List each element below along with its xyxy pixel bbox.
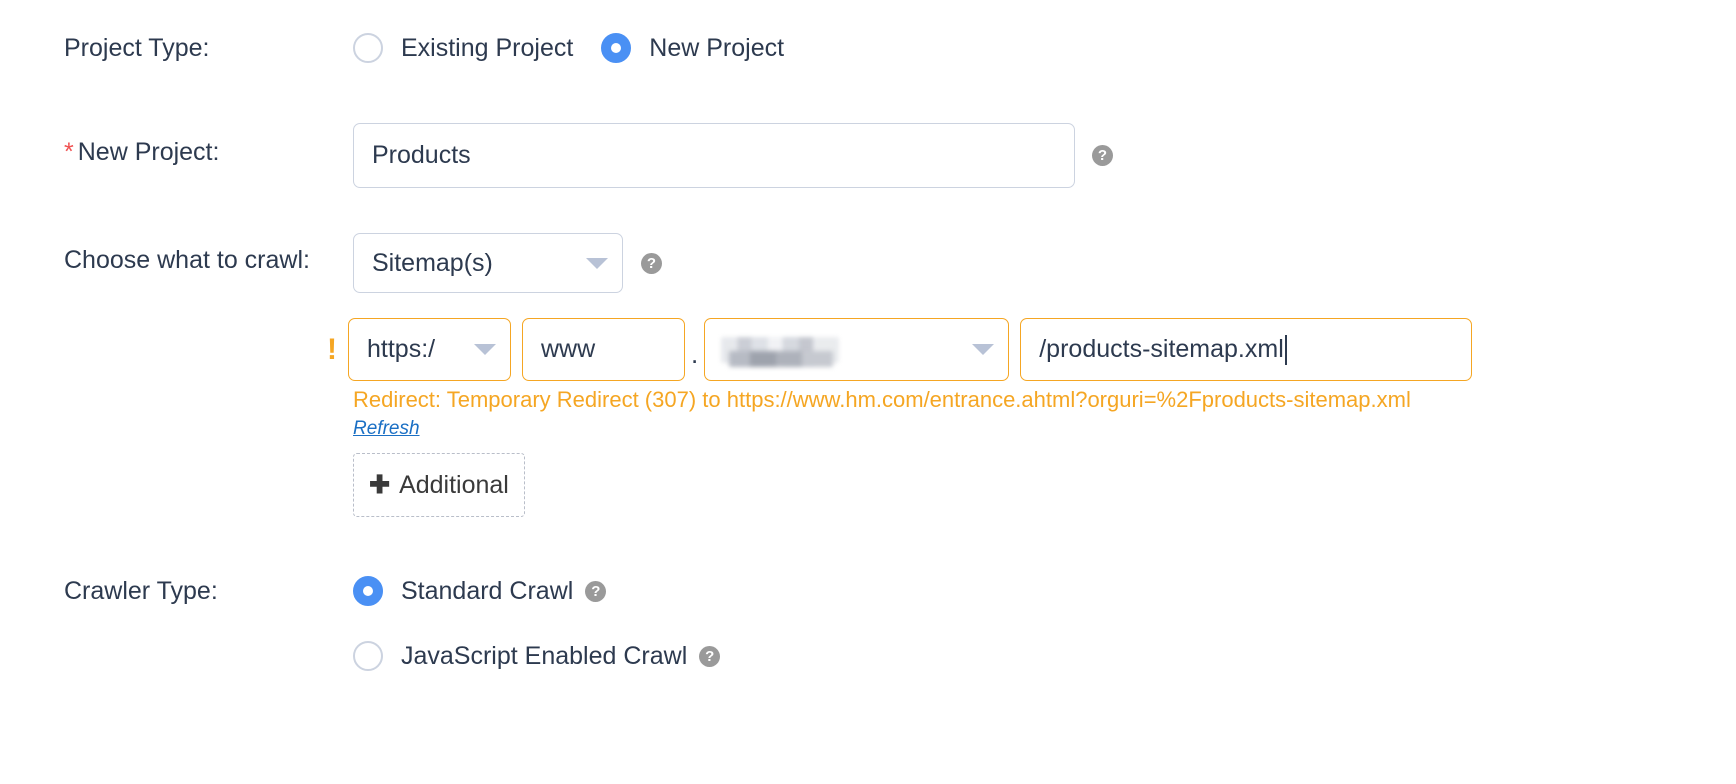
domain-select-value-redacted bbox=[721, 333, 840, 367]
radio-javascript-crawl-label[interactable]: JavaScript Enabled Crawl bbox=[401, 643, 687, 669]
crawl-settings-form: Project Type: Existing Project New Proje… bbox=[0, 0, 1736, 784]
radio-existing-project[interactable] bbox=[353, 33, 383, 63]
new-project-input-value: Products bbox=[372, 141, 471, 169]
protocol-select[interactable]: https:/ bbox=[348, 318, 511, 381]
choose-crawl-select[interactable]: Sitemap(s) bbox=[353, 233, 623, 293]
radio-standard-crawl-label[interactable]: Standard Crawl bbox=[401, 578, 573, 604]
new-project-label: New Project: bbox=[77, 138, 220, 166]
protocol-select-value: https:/ bbox=[367, 335, 436, 363]
new-project-help-icon[interactable]: ? bbox=[1092, 145, 1113, 166]
text-cursor bbox=[1284, 334, 1287, 365]
radio-new-project[interactable] bbox=[601, 33, 632, 63]
choose-crawl-label-row: Choose what to crawl: bbox=[64, 248, 310, 273]
chevron-down-icon bbox=[586, 257, 608, 269]
crawler-type-option-javascript: JavaScript Enabled Crawl ? bbox=[353, 641, 721, 671]
radio-existing-project-label[interactable]: Existing Project bbox=[401, 35, 573, 61]
choose-crawl-label: Choose what to crawl: bbox=[64, 246, 310, 274]
plus-icon: ✚ bbox=[369, 470, 391, 499]
sitemap-path-input-value: /products-sitemap.xml bbox=[1039, 335, 1284, 363]
radio-new-project-label[interactable]: New Project bbox=[649, 35, 784, 61]
project-type-row: Project Type: bbox=[64, 36, 209, 61]
choose-crawl-help-icon[interactable]: ? bbox=[641, 252, 662, 274]
javascript-crawl-help-icon[interactable]: ? bbox=[699, 645, 721, 667]
sitemap-url-row: ! https:/ www . /products-sitemap.xml bbox=[327, 318, 1473, 381]
add-additional-label: Additional bbox=[399, 470, 509, 499]
domain-select[interactable] bbox=[704, 318, 1010, 381]
chevron-down-icon bbox=[972, 344, 995, 355]
new-project-field-row: Products ? bbox=[353, 123, 1113, 188]
chevron-down-icon bbox=[474, 344, 496, 355]
redirect-warning-message: Redirect: Temporary Redirect (307) to ht… bbox=[353, 387, 1411, 412]
required-asterisk: * bbox=[64, 138, 74, 166]
add-additional-button[interactable]: ✚ Additional bbox=[353, 453, 525, 517]
project-type-label: Project Type: bbox=[64, 34, 210, 62]
new-project-input[interactable]: Products bbox=[353, 123, 1075, 188]
crawler-type-option-standard: Standard Crawl ? bbox=[353, 576, 607, 606]
domain-separator-dot: . bbox=[691, 339, 699, 369]
radio-standard-crawl[interactable] bbox=[353, 576, 383, 606]
radio-javascript-crawl[interactable] bbox=[353, 641, 383, 671]
project-type-options: Existing Project New Project bbox=[353, 33, 784, 63]
subdomain-input-value: www bbox=[541, 335, 596, 363]
new-project-label-row: * New Project: bbox=[64, 140, 219, 165]
choose-crawl-field-row: Sitemap(s) ? bbox=[353, 233, 662, 293]
choose-crawl-select-value: Sitemap(s) bbox=[372, 248, 493, 277]
subdomain-input[interactable]: www bbox=[522, 318, 685, 381]
sitemap-path-input[interactable]: /products-sitemap.xml bbox=[1020, 318, 1473, 381]
additional-button-row: ✚ Additional bbox=[353, 453, 525, 517]
exclamation-icon: ! bbox=[327, 332, 337, 366]
standard-crawl-help-icon[interactable]: ? bbox=[585, 580, 607, 602]
redirect-warning-block: Redirect: Temporary Redirect (307) to ht… bbox=[353, 387, 1411, 440]
crawler-type-label-row: Crawler Type: bbox=[64, 579, 218, 604]
crawler-type-label: Crawler Type: bbox=[64, 577, 218, 605]
refresh-link[interactable]: Refresh bbox=[353, 418, 420, 440]
